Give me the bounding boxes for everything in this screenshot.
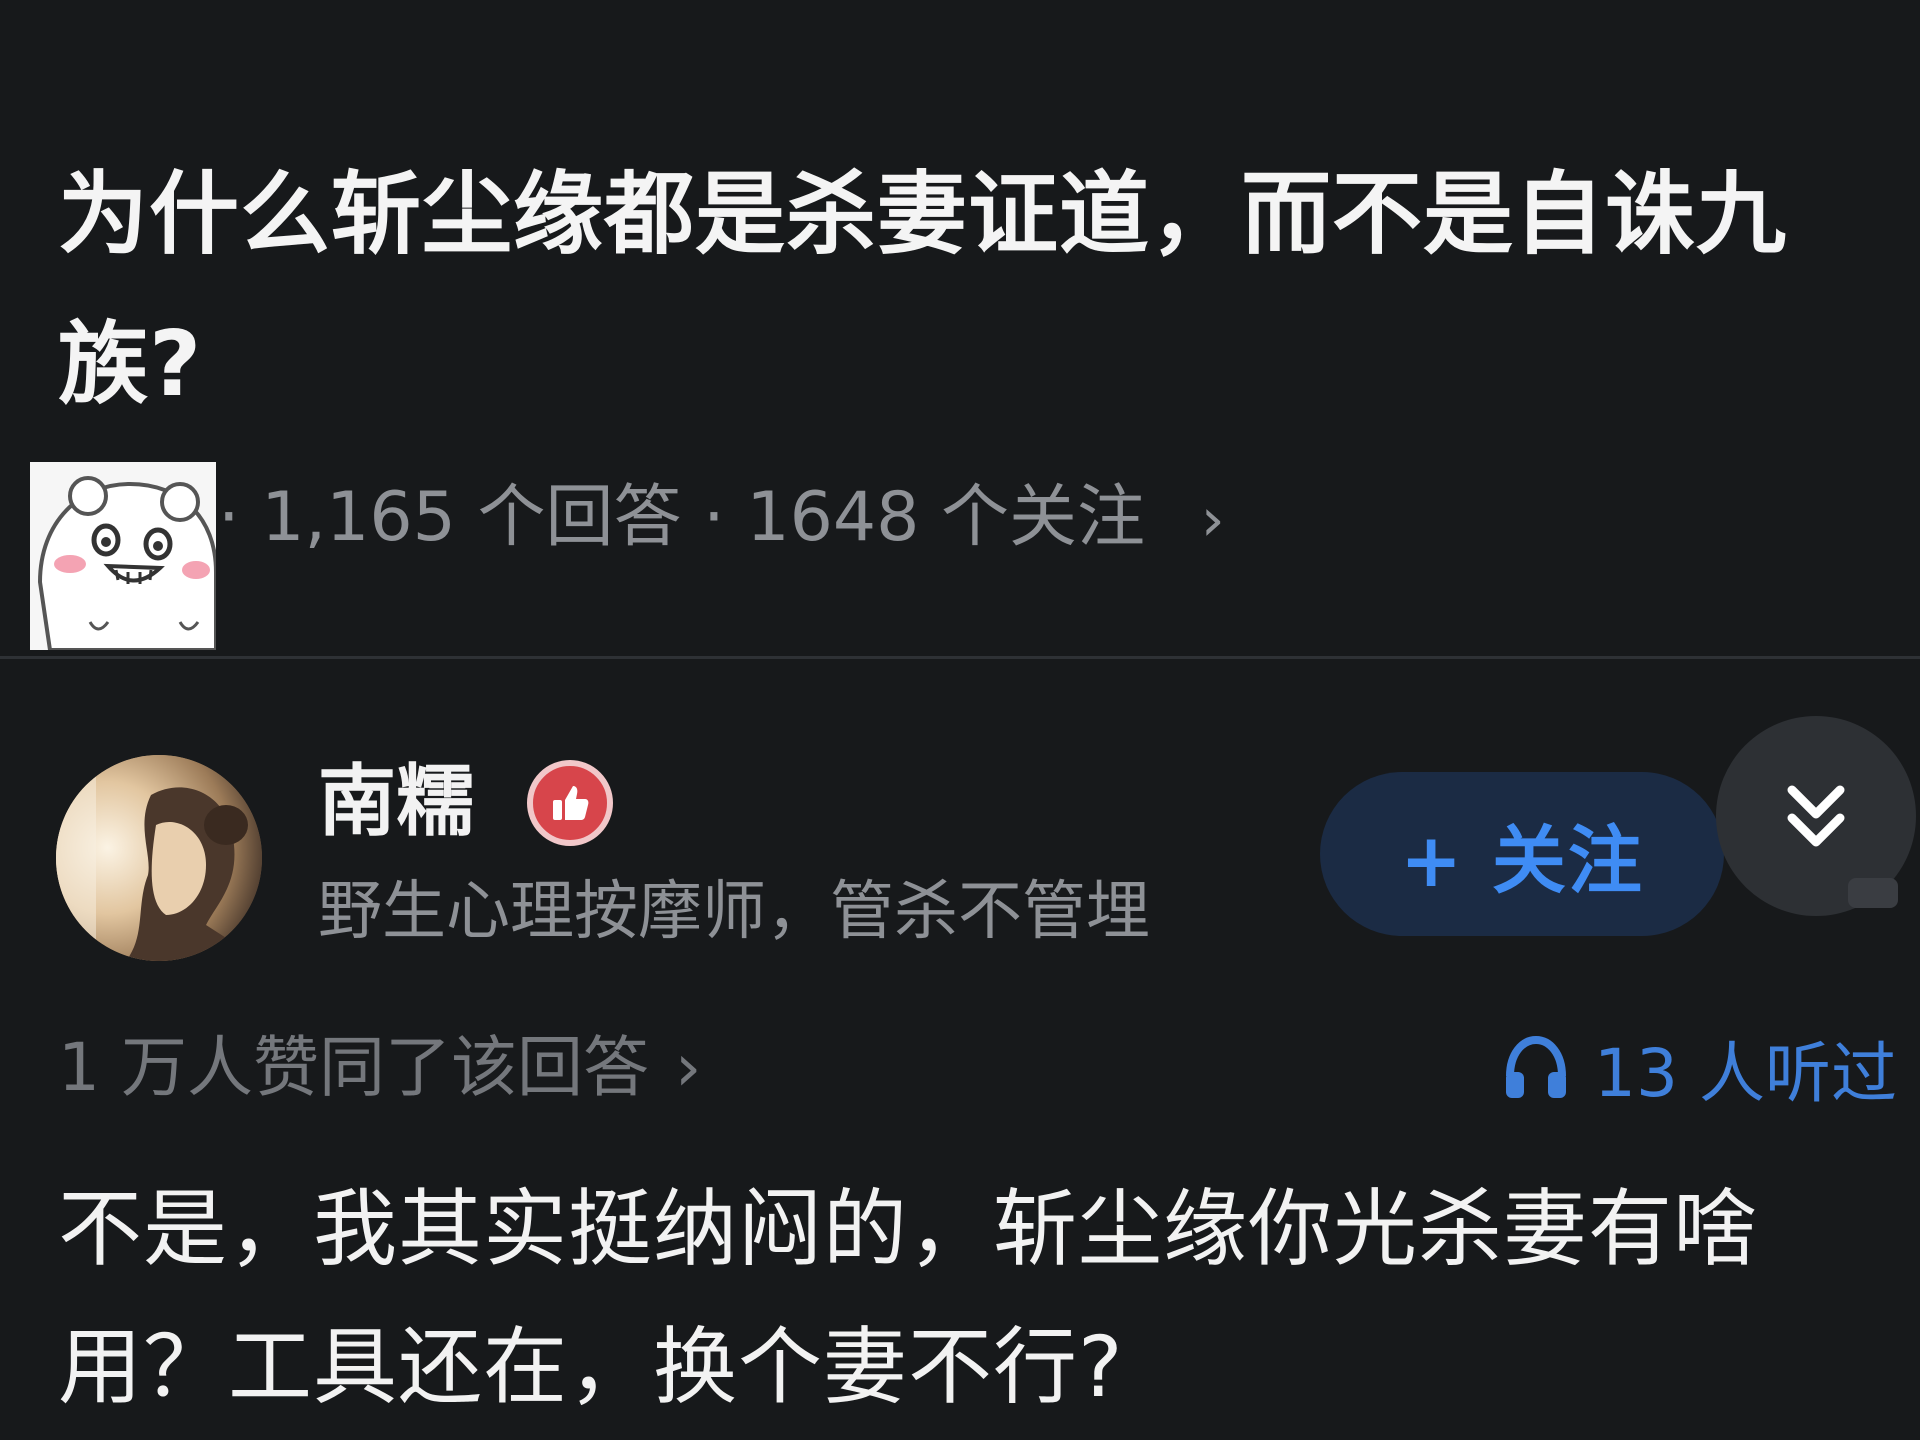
- question-stats[interactable]: · 1,165 个回答 · 1648 个关注 ›: [218, 468, 1225, 570]
- upvote-summary[interactable]: 1 万人赞同了该回答 ›: [58, 1018, 701, 1118]
- question-meta[interactable]: · 1,165 个回答 · 1648 个关注 ›: [30, 462, 1225, 650]
- answer-page: 为什么斩尘缘都是杀妻证道，而不是自诛九族? · 1,165 个回答 · 1648…: [0, 0, 1920, 1440]
- listen-count[interactable]: 13 人听过: [1500, 1018, 1897, 1118]
- upvote-count: 1 万人赞同了该回答: [58, 1029, 649, 1106]
- author-bio: 野生心理按摩师，管杀不管埋: [318, 875, 1150, 949]
- answer-body[interactable]: 不是，我其实挺纳闷的，斩尘缘你光杀妻有啥用？工具还在，换个妻不行?: [58, 1160, 1898, 1436]
- divider: [0, 656, 1920, 659]
- chevron-right-icon[interactable]: ›: [675, 1029, 701, 1106]
- follow-button[interactable]: + 关注: [1320, 772, 1724, 936]
- bear-sticker-image: [30, 462, 216, 650]
- question-title[interactable]: 为什么斩尘缘都是杀妻证道，而不是自诛九族?: [58, 140, 1888, 440]
- answer-count: · 1,165 个回答: [218, 478, 682, 557]
- follow-count: · 1648 个关注: [703, 478, 1146, 557]
- avatar[interactable]: [56, 755, 262, 961]
- thumbs-up-badge-icon[interactable]: [527, 760, 613, 846]
- avatar-photo-icon: [56, 755, 262, 961]
- double-chevron-down-icon: [1787, 785, 1845, 847]
- headphones-icon: [1506, 1035, 1566, 1098]
- listen-count-label: 13 人听过: [1594, 1035, 1897, 1112]
- overlay-chip: [1848, 878, 1898, 908]
- chevron-right-icon[interactable]: ›: [1201, 470, 1225, 570]
- author-name[interactable]: 南糯: [318, 752, 474, 852]
- smiling-bear-sticker-icon: [30, 462, 216, 650]
- thumbs-up-icon: [553, 786, 589, 820]
